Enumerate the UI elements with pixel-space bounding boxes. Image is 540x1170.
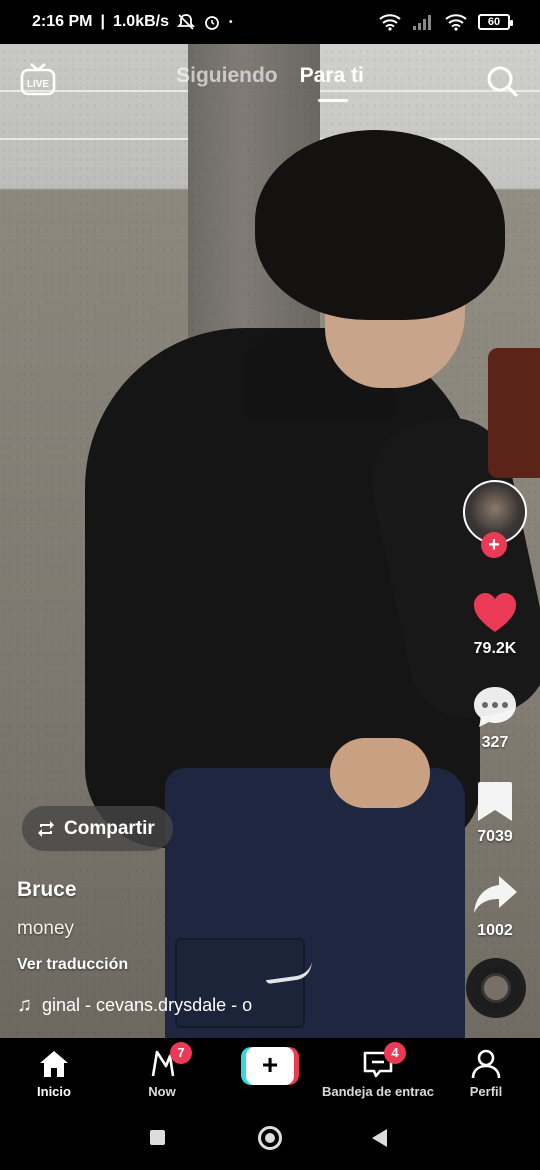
home-icon	[40, 1051, 68, 1077]
search-icon[interactable]	[485, 64, 519, 98]
alarm-icon	[205, 16, 219, 30]
recents-icon[interactable]	[150, 1130, 165, 1145]
status-left: 2:16 PM | 1.0kB/s •	[32, 13, 233, 31]
status-speed: 1.0kB/s	[112, 13, 169, 30]
comment-action[interactable]: 327	[462, 684, 528, 752]
status-bar: 2:16 PM | 1.0kB/s • 60	[0, 0, 540, 44]
nav-profile[interactable]: Perfil	[458, 1038, 514, 1106]
status-time: 2:16 PM	[32, 13, 93, 30]
status-divider: |	[100, 13, 105, 30]
create-button[interactable]: +	[241, 1047, 299, 1085]
repost-button[interactable]: Compartir	[22, 806, 173, 851]
action-rail: + 79.2K 327 7039 1002	[462, 480, 528, 940]
mute-icon	[177, 14, 195, 30]
like-action[interactable]: 79.2K	[462, 590, 528, 658]
music-title: ginal - cevans.drysdale - o	[42, 995, 253, 1015]
wifi-icon	[379, 14, 401, 31]
phone-in-hand	[488, 348, 540, 478]
repost-icon	[38, 820, 54, 837]
nav-inbox[interactable]: 4 Bandeja de entrac	[322, 1038, 434, 1106]
nav-now-label: Now	[148, 1084, 176, 1099]
music-note-icon: ♫	[17, 994, 32, 1016]
tab-for-you[interactable]: Para ti	[300, 64, 364, 102]
video-player[interactable]	[0, 38, 540, 1038]
share-action[interactable]: 1002	[462, 872, 528, 940]
home-system-icon[interactable]	[258, 1126, 282, 1150]
like-count: 79.2K	[473, 640, 517, 657]
creator-username[interactable]: Bruce	[17, 878, 77, 902]
heart-icon[interactable]	[471, 590, 519, 636]
nav-now[interactable]: 7 Now	[134, 1038, 192, 1106]
tab-following[interactable]: Siguiendo	[176, 64, 278, 88]
person-hair	[255, 130, 505, 320]
nav-home[interactable]: Inicio	[26, 1038, 82, 1106]
feed-tabs: Siguiendo Para ti	[0, 64, 540, 102]
nav-profile-label: Perfil	[469, 1084, 503, 1099]
share-icon[interactable]	[471, 872, 519, 918]
see-translation-link[interactable]: Ver traducción	[17, 956, 128, 974]
nav-home-label: Inicio	[37, 1084, 71, 1099]
comment-count: 327	[481, 734, 509, 751]
top-nav: LIVE Siguiendo Para ti	[0, 52, 540, 108]
sound-disc-icon[interactable]	[466, 958, 526, 1018]
signal-icon	[413, 15, 431, 30]
nav-inbox-label: Bandeja de entrac	[322, 1084, 434, 1099]
repost-label: Compartir	[64, 817, 155, 839]
status-right: 60	[378, 13, 513, 31]
back-icon[interactable]	[372, 1129, 387, 1147]
follow-plus-icon[interactable]: +	[481, 532, 507, 558]
battery-icon: 60	[478, 14, 513, 30]
system-nav-bar	[0, 1106, 540, 1170]
save-action[interactable]: 7039	[462, 778, 528, 846]
person-hand	[330, 738, 430, 808]
inbox-badge: 4	[384, 1042, 406, 1064]
comment-icon[interactable]	[471, 684, 519, 730]
bottom-nav: Inicio 7 Now + 4 Bandeja de entrac Perfi…	[0, 1038, 540, 1106]
plus-icon: +	[246, 1047, 294, 1085]
share-count: 1002	[477, 922, 513, 939]
creator-avatar-group: +	[462, 480, 528, 570]
status-dot: •	[229, 16, 233, 28]
post-caption: money	[17, 918, 75, 939]
save-count: 7039	[477, 828, 513, 845]
profile-icon	[471, 1049, 501, 1079]
now-badge: 7	[170, 1042, 192, 1064]
battery-level: 60	[487, 16, 501, 28]
bookmark-icon[interactable]	[471, 778, 519, 824]
music-row[interactable]: ♫ ginal - cevans.drysdale - o	[17, 994, 267, 1017]
wifi-icon-2	[445, 14, 467, 31]
